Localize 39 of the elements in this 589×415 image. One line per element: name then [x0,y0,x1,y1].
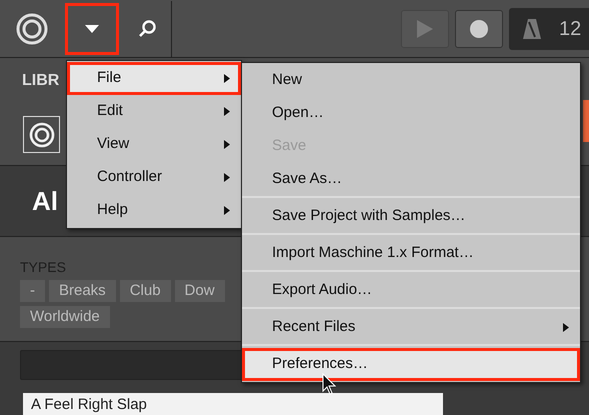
type-tag[interactable]: Dow [174,280,225,302]
submenu-arrow-icon [563,323,569,332]
play-icon [417,20,433,38]
menu-item[interactable]: Open… [242,97,580,130]
submenu-arrow-icon [224,107,230,116]
submenu-arrow-icon [224,74,230,83]
record-icon [470,20,488,38]
side-accent [583,100,589,142]
menu-item[interactable]: File [67,62,241,95]
menu-item[interactable]: Help [67,194,241,227]
submenu-arrow-icon [224,206,230,215]
metronome-icon[interactable] [523,18,541,38]
menu-item[interactable]: Save As… [242,163,580,196]
type-tag[interactable]: - [20,280,45,302]
library-tab[interactable]: LIBR [22,69,60,93]
search-icon[interactable] [137,18,157,38]
menu-button[interactable] [65,2,119,54]
submenu-arrow-icon [224,173,230,182]
menu-item[interactable]: Export Audio… [242,274,580,307]
menu-item[interactable]: Recent Files [242,311,580,344]
result-row[interactable]: A Feel Right Slap [23,393,443,415]
submenu-arrow-icon [224,140,230,149]
logo-icon[interactable] [16,12,48,44]
menu-item[interactable]: View [67,128,241,161]
tempo-reading: 12 [559,16,582,42]
cursor-icon [322,373,336,395]
menu-item[interactable]: Preferences… [242,348,580,381]
type-tag[interactable]: Worldwide [20,306,110,328]
menu-item[interactable]: Import Maschine 1.x Format… [242,237,580,270]
caret-icon [85,24,99,32]
type-tag[interactable]: Club [120,280,171,302]
menu-item[interactable]: Edit [67,95,241,128]
instrument-icon[interactable] [23,116,60,153]
bank-title: Al [32,184,58,218]
menu-item[interactable]: Controller [67,161,241,194]
type-tag[interactable]: Breaks [49,280,116,302]
menu-item[interactable]: New [242,64,580,97]
record-button[interactable] [455,10,503,48]
menu-item[interactable]: Save Project with Samples… [242,200,580,233]
